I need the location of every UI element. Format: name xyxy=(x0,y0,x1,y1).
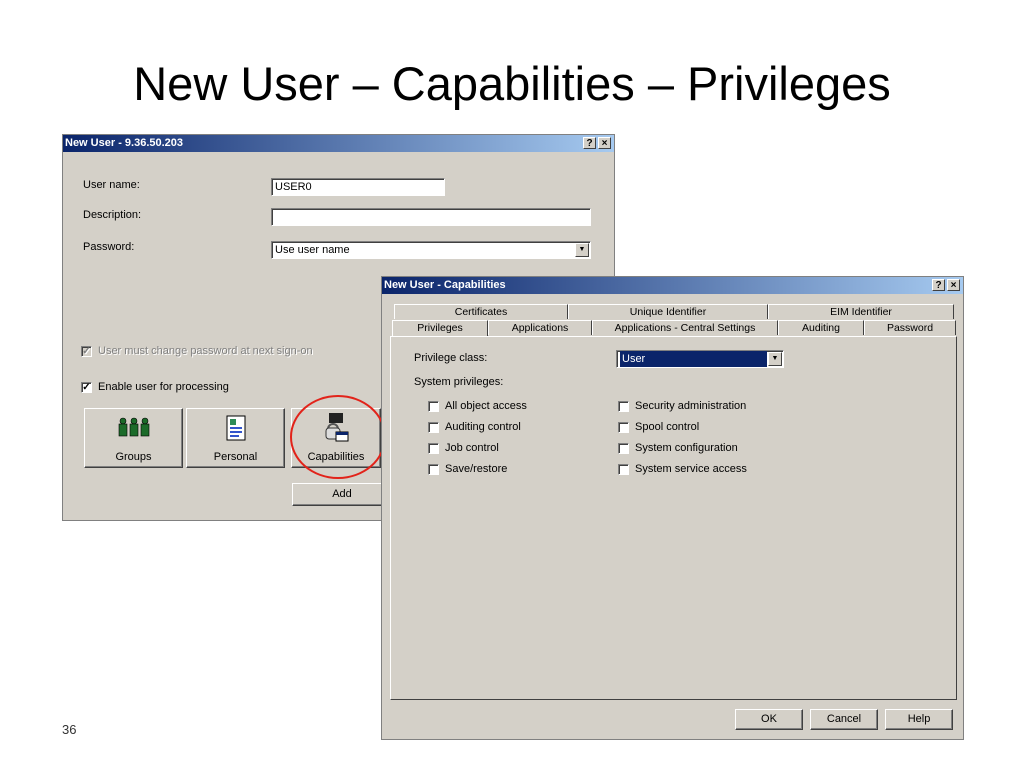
ok-button[interactable]: OK xyxy=(735,709,803,730)
checkbox-icon xyxy=(618,463,629,475)
new-user-title: New User - 9.36.50.203 xyxy=(65,137,184,149)
privilege-checkbox[interactable]: System configuration xyxy=(618,442,738,454)
groups-button-label: Groups xyxy=(115,451,152,463)
must-change-password-label: User must change password at next sign-o… xyxy=(98,345,313,357)
privilege-label: Spool control xyxy=(635,421,700,433)
privilege-class-value: User xyxy=(620,351,767,367)
tab-password[interactable]: Password xyxy=(864,320,956,335)
privilege-checkbox[interactable]: System service access xyxy=(618,463,747,475)
personal-button[interactable]: Personal xyxy=(186,408,285,468)
tab-privileges[interactable]: Privileges xyxy=(392,320,488,337)
privilege-checkbox[interactable]: Job control xyxy=(428,442,499,454)
help-icon[interactable]: ? xyxy=(583,137,596,149)
privilege-label: System service access xyxy=(635,463,747,475)
close-icon[interactable]: × xyxy=(598,137,611,149)
privilege-checkbox[interactable]: Spool control xyxy=(618,421,699,433)
privilege-class-select[interactable]: User ▼ xyxy=(616,350,784,368)
help-icon[interactable]: ? xyxy=(932,279,945,291)
tab-row-front: Privileges Applications Applications - C… xyxy=(392,320,956,337)
privilege-class-label: Privilege class: xyxy=(414,352,488,364)
cancel-button[interactable]: Cancel xyxy=(810,709,878,730)
tab-certificates[interactable]: Certificates xyxy=(394,304,568,319)
chevron-down-icon[interactable]: ▼ xyxy=(575,243,589,257)
privilege-label: Auditing control xyxy=(445,421,521,433)
privilege-label: All object access xyxy=(445,400,527,412)
slide-title: New User – Capabilities – Privileges xyxy=(133,57,891,110)
groups-icon xyxy=(118,417,149,437)
checkbox-icon xyxy=(618,400,629,412)
tab-auditing[interactable]: Auditing xyxy=(778,320,864,335)
privilege-label: System configuration xyxy=(635,442,738,454)
capabilities-titlebar[interactable]: New User - Capabilities ? × xyxy=(382,277,963,294)
help-button[interactable]: Help xyxy=(885,709,953,730)
groups-button[interactable]: Groups xyxy=(84,408,183,468)
tab-row-back: Certificates Unique Identifier EIM Ident… xyxy=(394,304,954,319)
privilege-checkbox[interactable]: Security administration xyxy=(618,400,746,412)
description-field[interactable] xyxy=(271,208,591,226)
password-label: Password: xyxy=(83,241,135,253)
checkbox-icon xyxy=(428,442,439,454)
privilege-checkbox[interactable]: Auditing control xyxy=(428,421,521,433)
privilege-label: Security administration xyxy=(635,400,747,412)
must-change-password-checkbox[interactable]: ✓ User must change password at next sign-… xyxy=(81,345,313,357)
chevron-down-icon[interactable]: ▼ xyxy=(768,352,782,366)
tab-applications-central-settings[interactable]: Applications - Central Settings xyxy=(592,320,778,335)
user-name-field[interactable]: USER0 xyxy=(271,178,445,196)
privileges-panel xyxy=(390,336,957,700)
add-button[interactable]: Add xyxy=(292,483,392,506)
new-user-titlebar[interactable]: New User - 9.36.50.203 ? × xyxy=(63,135,614,152)
system-privileges-label: System privileges: xyxy=(414,376,504,388)
highlight-circle xyxy=(290,395,386,479)
checkbox-icon xyxy=(618,421,629,433)
privilege-label: Save/restore xyxy=(445,463,508,475)
checkbox-icon xyxy=(428,463,439,475)
enable-processing-label: Enable user for processing xyxy=(98,381,229,393)
password-select-value: Use user name xyxy=(275,244,350,256)
description-label: Description: xyxy=(83,209,142,221)
checkbox-icon xyxy=(428,400,439,412)
user-name-label: User name: xyxy=(83,179,140,191)
checkbox-icon xyxy=(618,442,629,454)
capabilities-title: New User - Capabilities xyxy=(384,279,506,291)
close-icon[interactable]: × xyxy=(947,279,960,291)
checkbox-icon: ✓ xyxy=(81,345,92,357)
capabilities-dialog: New User - Capabilities ? × Certificates… xyxy=(381,276,964,740)
personal-button-label: Personal xyxy=(213,451,258,463)
tab-unique-identifier[interactable]: Unique Identifier xyxy=(568,304,768,319)
enable-processing-checkbox[interactable]: ✓ Enable user for processing xyxy=(81,381,229,393)
privilege-checkbox[interactable]: Save/restore xyxy=(428,463,507,475)
tab-applications[interactable]: Applications xyxy=(488,320,592,335)
privilege-checkbox[interactable]: All object access xyxy=(428,400,527,412)
privilege-label: Job control xyxy=(445,442,499,454)
checkbox-icon: ✓ xyxy=(81,381,92,393)
checkbox-icon xyxy=(428,421,439,433)
personal-document-icon xyxy=(226,415,245,441)
tab-eim-identifier[interactable]: EIM Identifier xyxy=(768,304,954,319)
password-select[interactable]: Use user name ▼ xyxy=(271,241,591,259)
slide-number: 36 xyxy=(62,722,77,737)
